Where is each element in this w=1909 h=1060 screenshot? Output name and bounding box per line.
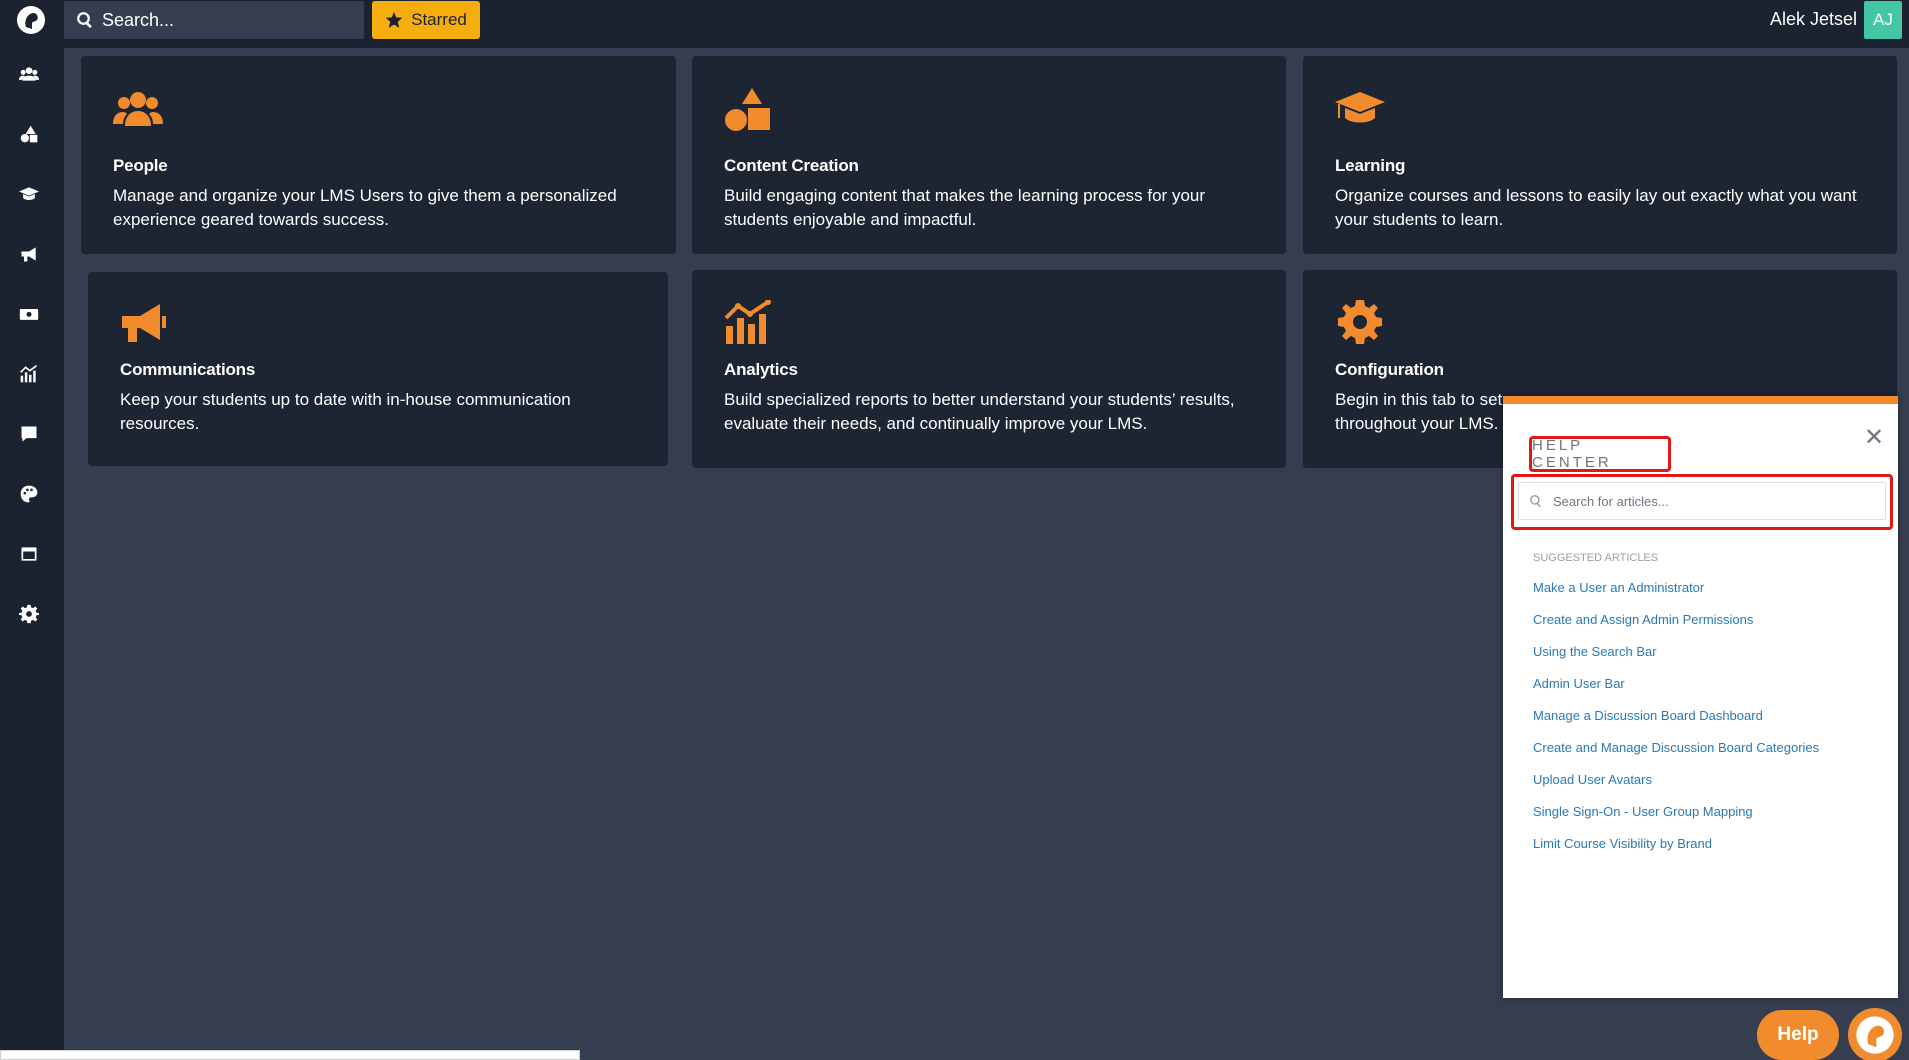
search-icon	[1530, 495, 1541, 508]
starred-button[interactable]: Starred	[372, 1, 480, 39]
shapes-icon[interactable]	[18, 123, 40, 145]
article-link[interactable]: Upload User Avatars	[1533, 772, 1819, 804]
help-button[interactable]: Help	[1757, 1010, 1839, 1060]
user-name[interactable]: Alek Jetsel	[1770, 9, 1857, 30]
suggested-articles-label: SUGGESTED ARTICLES	[1533, 552, 1659, 564]
help-center-panel: HELP CENTER ✕ SUGGESTED ARTICLES Make a …	[1503, 396, 1898, 998]
star-icon	[385, 11, 403, 28]
window-icon[interactable]	[18, 543, 40, 565]
users-icon[interactable]	[18, 63, 40, 85]
shapes-icon	[724, 88, 774, 132]
card-description-line2: throughout your LMS.	[1335, 414, 1499, 433]
article-link[interactable]: Create and Manage Discussion Board Categ…	[1533, 740, 1819, 772]
money-icon[interactable]	[18, 303, 40, 325]
users-icon	[113, 88, 163, 132]
article-link[interactable]: Single Sign-On - User Group Mapping	[1533, 804, 1819, 836]
search-icon	[77, 12, 92, 29]
graduation-cap-icon	[1335, 88, 1385, 132]
starred-label: Starred	[411, 10, 467, 29]
search-input[interactable]	[102, 9, 352, 31]
card-description-line1: Begin in this tab to set	[1335, 390, 1503, 409]
analytics-icon	[724, 299, 774, 344]
megaphone-icon	[120, 302, 170, 346]
card-people[interactable]: People Manage and organize your LMS User…	[81, 56, 676, 254]
card-description: Manage and organize your LMS Users to gi…	[113, 186, 617, 229]
card-title: Configuration	[1335, 360, 1444, 379]
logo-icon[interactable]	[16, 5, 46, 35]
card-communications[interactable]: Communications Keep your students up to …	[88, 272, 668, 466]
article-link[interactable]: Manage a Discussion Board Dashboard	[1533, 708, 1819, 740]
global-search[interactable]	[64, 1, 364, 39]
sidebar	[0, 0, 64, 1060]
card-description: Build specialized reports to better unde…	[724, 390, 1235, 433]
close-icon[interactable]: ✕	[1862, 426, 1886, 450]
card-title: Learning	[1335, 156, 1406, 175]
card-title: Analytics	[724, 360, 798, 379]
help-search-highlight	[1511, 474, 1893, 530]
article-link[interactable]: Create and Assign Admin Permissions	[1533, 612, 1819, 644]
comment-icon[interactable]	[18, 423, 40, 445]
palette-icon[interactable]	[18, 483, 40, 505]
article-link[interactable]: Limit Course Visibility by Brand	[1533, 836, 1819, 868]
article-link[interactable]: Using the Search Bar	[1533, 644, 1819, 676]
card-title: Communications	[120, 360, 256, 379]
gear-icon[interactable]	[18, 603, 40, 625]
help-search[interactable]	[1518, 482, 1886, 520]
card-content-creation[interactable]: Content Creation Build engaging content …	[692, 56, 1286, 254]
topbar: Starred Alek Jetsel AJ	[64, 0, 1909, 48]
card-description: Organize courses and lessons to easily l…	[1335, 186, 1857, 229]
card-title: Content Creation	[724, 156, 859, 175]
card-description: Keep your students up to date with in-ho…	[120, 390, 571, 433]
help-center-title: HELP CENTER	[1529, 436, 1671, 472]
card-learning[interactable]: Learning Organize courses and lessons to…	[1303, 56, 1897, 254]
avatar[interactable]: AJ	[1864, 1, 1902, 39]
article-link[interactable]: Admin User Bar	[1533, 676, 1819, 708]
help-search-input[interactable]	[1553, 493, 1853, 509]
megaphone-icon[interactable]	[18, 243, 40, 265]
help-logo-icon[interactable]	[1848, 1008, 1902, 1060]
card-title: People	[113, 156, 168, 175]
gear-icon	[1335, 300, 1385, 344]
status-bar	[0, 1050, 580, 1060]
card-description: Build engaging content that makes the le…	[724, 186, 1206, 229]
card-analytics[interactable]: Analytics Build specialized reports to b…	[692, 270, 1286, 468]
article-link[interactable]: Make a User an Administrator	[1533, 580, 1819, 612]
article-list: Make a User an Administrator Create and …	[1533, 580, 1819, 868]
analytics-icon[interactable]	[18, 363, 40, 385]
graduation-cap-icon[interactable]	[18, 183, 40, 205]
